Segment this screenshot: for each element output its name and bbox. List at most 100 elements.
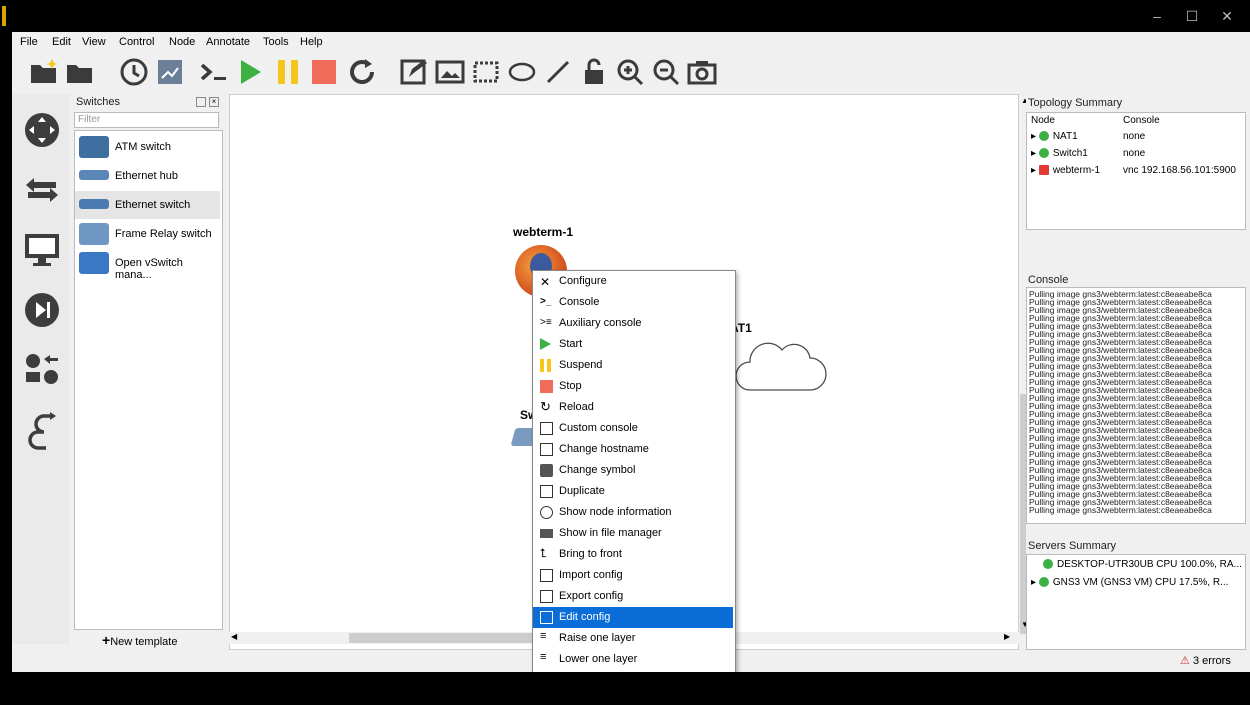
menu-item-change-hostname[interactable]: Change hostname — [533, 439, 733, 460]
routers-icon[interactable] — [22, 110, 62, 150]
menu-item-label: Console — [559, 296, 600, 308]
suspend-all-icon[interactable] — [272, 56, 304, 88]
bottom-black-bar — [0, 672, 1250, 705]
topology-node-name: Switch1 — [1052, 148, 1088, 159]
minimize-button[interactable]: – — [1142, 6, 1172, 26]
security-devices-icon[interactable] — [22, 290, 62, 330]
lower-layer-icon: ≡ — [540, 651, 547, 663]
topology-console-value: none — [1123, 148, 1146, 159]
draw-line-icon[interactable] — [542, 56, 574, 88]
col-header-node[interactable]: Node — [1031, 115, 1055, 126]
list-item-label: ATM switch — [115, 141, 172, 153]
server-row-gns3vm[interactable]: ▸ GNS3 VM (GNS3 VM) CPU 17.5%, R... — [1031, 577, 1228, 588]
show-interfaces-icon[interactable] — [154, 56, 186, 88]
menu-item-suspend[interactable]: Suspend — [533, 355, 733, 376]
open-project-icon[interactable] — [64, 56, 96, 88]
menu-item-label: Bring to front — [559, 548, 622, 560]
menu-item-label: Show in file manager — [559, 527, 662, 539]
list-item-ethernet-switch[interactable]: Ethernet switch — [75, 191, 220, 219]
menu-item-label: Custom console — [559, 422, 638, 434]
filter-input[interactable]: Filter — [74, 112, 219, 128]
switches-panel-title: Switches — [76, 96, 121, 108]
menu-item-show-in-file-manager[interactable]: Show in file manager — [533, 523, 733, 544]
wrench-icon: ✕ — [540, 275, 551, 289]
topology-row-webterm[interactable]: ▸ webterm-1 — [1031, 165, 1100, 176]
scroll-left-icon[interactable]: ◀ — [231, 632, 237, 641]
menu-item-label: Export config — [559, 590, 624, 602]
panel-float-icon[interactable] — [196, 97, 206, 107]
webterm-status-icon — [1038, 165, 1049, 176]
list-item-label: Ethernet hub — [115, 170, 178, 182]
menu-item-bring-to-front[interactable]: ⮤ Bring to front — [533, 544, 733, 565]
menu-edit[interactable]: Edit — [52, 36, 71, 48]
zoom-in-icon[interactable] — [614, 56, 646, 88]
topology-console-value: none — [1123, 131, 1146, 142]
new-template-button[interactable]: +New template — [102, 632, 177, 648]
start-all-icon[interactable] — [234, 56, 266, 88]
new-project-icon[interactable] — [28, 56, 60, 88]
scroll-right-icon[interactable]: ▶ — [1004, 632, 1010, 641]
topology-summary-tree: Node Console ▸ NAT1 none ▸ Switch1 none … — [1026, 112, 1246, 230]
menu-item-auxiliary-console[interactable]: >≡ Auxiliary console — [533, 313, 733, 334]
end-devices-icon[interactable] — [22, 230, 62, 270]
topology-node-name: webterm-1 — [1052, 165, 1101, 176]
nat-cloud-icon[interactable] — [730, 335, 830, 405]
server-row-local[interactable]: DESKTOP-UTR30UB CPU 100.0%, RA... — [1043, 559, 1242, 570]
menu-item-lower-one-layer[interactable]: ≡ Lower one layer — [533, 649, 733, 670]
menu-item-reload[interactable]: ↻ Reload — [533, 397, 733, 418]
menu-item-show-node-information[interactable]: Show node information — [533, 502, 733, 523]
snapshot-clock-icon[interactable] — [118, 56, 150, 88]
ethernet-hub-icon — [79, 170, 109, 180]
zoom-out-icon[interactable] — [650, 56, 682, 88]
menu-file[interactable]: File — [20, 36, 38, 48]
menu-item-label: Edit config — [559, 611, 611, 623]
all-devices-icon[interactable] — [22, 350, 62, 390]
col-header-console[interactable]: Console — [1123, 115, 1160, 126]
console-output[interactable]: Pulling image gns3/webterm:latest:c8eaea… — [1026, 287, 1246, 524]
menu-help[interactable]: Help — [300, 36, 323, 48]
reload-all-icon[interactable] — [346, 56, 378, 88]
open-vswitch-icon — [79, 252, 109, 274]
stop-all-icon[interactable] — [308, 56, 340, 88]
close-button[interactable]: ✕ — [1212, 6, 1242, 26]
menu-item-custom-console[interactable]: Custom console — [533, 418, 733, 439]
topology-row-switch1[interactable]: ▸ Switch1 — [1031, 148, 1088, 159]
menu-item-duplicate[interactable]: Duplicate — [533, 481, 733, 502]
menu-item-import-config[interactable]: Import config — [533, 565, 733, 586]
menu-item-console[interactable]: >_ Console — [533, 292, 733, 313]
menu-node[interactable]: Node — [169, 36, 195, 48]
node-label-webterm: webterm-1 — [513, 225, 574, 239]
add-link-icon[interactable] — [22, 410, 62, 450]
server-status-icon — [1043, 559, 1053, 570]
menu-item-start[interactable]: Start — [533, 334, 733, 355]
switches-icon[interactable] — [22, 170, 62, 210]
menu-item-export-config[interactable]: Export config — [533, 586, 733, 607]
insert-picture-icon[interactable] — [434, 56, 466, 88]
menu-item-raise-one-layer[interactable]: ≡ Raise one layer — [533, 628, 733, 649]
lock-icon[interactable] — [578, 56, 610, 88]
menu-view[interactable]: View — [82, 36, 106, 48]
menu-item-change-symbol[interactable]: Change symbol — [533, 460, 733, 481]
console-all-icon[interactable] — [198, 56, 230, 88]
list-item-atm-switch[interactable]: ATM switch — [75, 133, 220, 161]
topology-row-nat1[interactable]: ▸ NAT1 — [1031, 131, 1078, 142]
new-template-label: New template — [110, 636, 178, 648]
screenshot-camera-icon[interactable] — [686, 56, 718, 88]
maximize-button[interactable]: ☐ — [1177, 6, 1207, 26]
errors-indicator[interactable]: ⚠ 3 errors — [1180, 654, 1231, 667]
menu-item-edit-config[interactable]: Edit config — [533, 607, 733, 628]
menu-tools[interactable]: Tools — [263, 36, 289, 48]
panel-close-icon[interactable]: × — [209, 97, 219, 107]
draw-ellipse-icon[interactable] — [506, 56, 538, 88]
menu-annotate[interactable]: Annotate — [206, 36, 250, 48]
menu-item-stop[interactable]: Stop — [533, 376, 733, 397]
list-item-frame-relay-switch[interactable]: Frame Relay switch — [75, 220, 220, 248]
menu-control[interactable]: Control — [119, 36, 154, 48]
menu-item-configure[interactable]: ✕ Configure — [533, 271, 733, 292]
frame-relay-switch-icon — [79, 223, 109, 245]
folder-icon — [540, 529, 553, 538]
list-item-open-vswitch[interactable]: Open vSwitch mana... — [75, 249, 220, 281]
draw-rectangle-icon[interactable] — [470, 56, 502, 88]
add-note-icon[interactable] — [398, 56, 430, 88]
list-item-ethernet-hub[interactable]: Ethernet hub — [75, 162, 220, 190]
